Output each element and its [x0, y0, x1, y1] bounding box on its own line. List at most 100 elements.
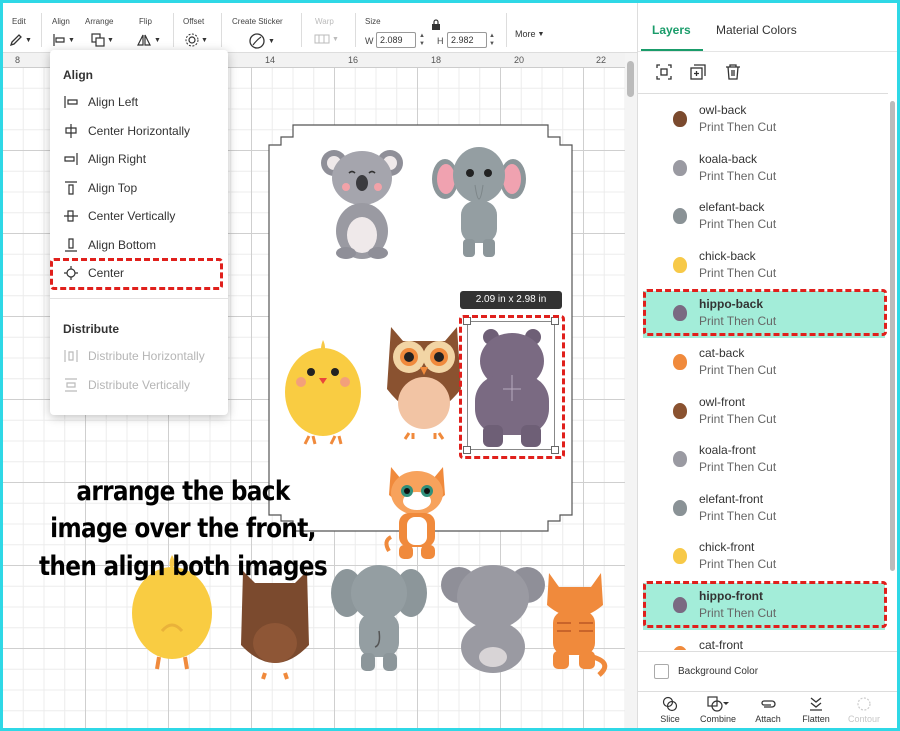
create-sticker-button[interactable]: ▼ — [248, 33, 275, 49]
koala-back-image[interactable] — [441, 561, 545, 673]
layer-row-koala-back[interactable]: koala-back Print Then Cut — [643, 146, 885, 193]
layer-row-owl-back[interactable]: owl-back Print Then Cut — [643, 97, 885, 144]
layer-thumbnail — [673, 354, 687, 370]
layers-scrollbar[interactable] — [888, 93, 896, 650]
layer-row-owl-front[interactable]: owl-front Print Then Cut — [643, 389, 885, 436]
koala-front-image[interactable] — [321, 143, 403, 261]
duplicate-icon[interactable] — [688, 63, 708, 83]
menu-item-align-top[interactable]: Align Top — [63, 178, 137, 198]
distribute-section-header: Distribute — [63, 322, 120, 336]
layer-row-cat-front[interactable]: cat-front — [643, 632, 885, 650]
layer-operation[interactable]: Print Then Cut — [699, 557, 776, 571]
width-stepper[interactable]: ▲ ▼ — [417, 32, 427, 48]
layer-name: chick-back — [699, 248, 756, 263]
width-input[interactable]: 2.089 — [376, 32, 416, 48]
layer-operation[interactable]: Print Then Cut — [699, 509, 776, 523]
arrange-menu-button[interactable]: ▼ — [91, 33, 114, 47]
lock-icon[interactable] — [431, 19, 441, 31]
menu-item-align-bottom[interactable]: Align Bottom — [63, 235, 156, 255]
cat-front-image[interactable] — [383, 461, 451, 565]
combine-label: Combine — [699, 714, 737, 724]
menu-item-distribute-horizontally[interactable]: Distribute Horizontally — [63, 346, 205, 366]
align-label: Align — [52, 17, 70, 26]
layer-operation[interactable]: Print Then Cut — [699, 266, 776, 280]
scrollbar-thumb[interactable] — [627, 61, 634, 97]
layer-operation[interactable]: Print Then Cut — [699, 412, 776, 426]
layer-row-elefant-front[interactable]: elefant-front Print Then Cut — [643, 486, 885, 533]
offset-label: Offset — [183, 17, 205, 26]
layer-thumbnail — [673, 402, 687, 419]
flatten-icon — [794, 696, 838, 714]
group-icon[interactable] — [654, 63, 674, 83]
trash-icon[interactable] — [723, 63, 743, 83]
cat-back-image[interactable] — [539, 567, 615, 679]
highlight-hippo-front-layer — [643, 581, 887, 628]
flatten-button[interactable]: Flatten — [794, 696, 838, 724]
menu-item-align-left[interactable]: Align Left — [63, 92, 138, 112]
arrange-label: Arrange — [85, 17, 114, 26]
align-menu-button[interactable]: ▼ — [52, 33, 75, 47]
layer-name: elefant-back — [699, 200, 765, 215]
app-window: Edit ▼ Align ▼ Arrange ▼ Flip ▼ Offset ▼… — [3, 3, 897, 728]
warp-menu-button[interactable]: ▼ — [314, 33, 339, 45]
chevron-down-icon: ▼ — [268, 37, 275, 45]
more-button[interactable]: More ▼ — [515, 29, 544, 39]
background-color-swatch[interactable] — [654, 664, 669, 679]
attach-button[interactable]: Attach — [746, 696, 790, 724]
scrollbar-thumb[interactable] — [890, 101, 895, 571]
create-sticker-label: Create Sticker — [232, 17, 283, 26]
height-stepper[interactable]: ▲ ▼ — [487, 32, 497, 48]
center-horizontally-icon — [63, 123, 79, 139]
slice-button[interactable]: Slice — [648, 696, 692, 724]
combine-button[interactable]: Combine — [696, 696, 740, 724]
edit-menu-button[interactable]: ▼ — [9, 33, 32, 47]
height-input[interactable]: 2.982 — [447, 32, 487, 48]
chick-front-image[interactable] — [279, 336, 367, 446]
layer-operation[interactable]: Print Then Cut — [699, 460, 776, 474]
chevron-down-icon: ▼ — [201, 36, 208, 44]
menu-item-align-right[interactable]: Align Right — [63, 149, 146, 169]
ruler-tick: 18 — [431, 55, 442, 65]
offset-menu-button[interactable]: ▼ — [185, 33, 208, 47]
chevron-down-icon: ▼ — [332, 35, 339, 43]
contour-label: Contour — [847, 714, 881, 724]
layer-row-cat-back[interactable]: cat-back Print Then Cut — [643, 340, 885, 387]
background-color-row[interactable]: Background Color — [638, 651, 897, 691]
owl-front-image[interactable] — [383, 319, 465, 441]
contour-button[interactable]: Contour — [842, 696, 886, 724]
sticker-icon — [249, 33, 265, 49]
menu-item-center-vertically[interactable]: Center Vertically — [63, 206, 175, 226]
tab-material-colors[interactable]: Material Colors — [716, 23, 797, 37]
layer-row-chick-front[interactable]: chick-front Print Then Cut — [643, 534, 885, 581]
layer-actions-bar: Slice Combine Attach Flatten Contour — [638, 691, 897, 728]
ruler-tick: 8 — [15, 55, 21, 65]
align-bottom-icon — [63, 237, 79, 253]
flip-menu-button[interactable]: ▼ — [136, 33, 161, 47]
layer-thumbnail — [673, 111, 687, 127]
selection-dimensions-tag: 2.09 in x 2.98 in — [460, 291, 562, 309]
elephant-back-image[interactable] — [331, 561, 427, 673]
highlight-hippo-selection — [459, 315, 565, 459]
tab-divider — [638, 51, 897, 52]
layer-operation[interactable]: Print Then Cut — [699, 169, 776, 183]
layer-operation[interactable]: Print Then Cut — [699, 363, 776, 377]
contour-icon — [842, 696, 886, 714]
align-right-icon — [63, 151, 79, 167]
layer-row-elefant-back[interactable]: elefant-back Print Then Cut — [643, 194, 885, 241]
align-top-icon — [63, 180, 79, 196]
menu-item-distribute-vertically[interactable]: Distribute Vertically — [63, 375, 190, 395]
arrange-icon — [91, 33, 105, 47]
flip-label: Flip — [139, 17, 152, 26]
toolbar-divider — [355, 13, 356, 47]
canvas-scrollbar[interactable] — [625, 53, 637, 728]
layer-name: owl-back — [699, 103, 747, 117]
menu-item-center-horizontally[interactable]: Center Horizontally — [63, 121, 190, 141]
attach-label: Attach — [755, 714, 781, 724]
layer-row-koala-front[interactable]: koala-front Print Then Cut — [643, 437, 885, 484]
layer-row-chick-back[interactable]: chick-back Print Then Cut — [643, 243, 885, 290]
warp-icon — [314, 34, 330, 44]
layer-operation[interactable]: Print Then Cut — [699, 217, 776, 231]
tab-layers[interactable]: Layers — [652, 23, 691, 37]
elephant-front-image[interactable] — [431, 143, 527, 263]
layer-operation[interactable]: Print Then Cut — [699, 120, 776, 134]
